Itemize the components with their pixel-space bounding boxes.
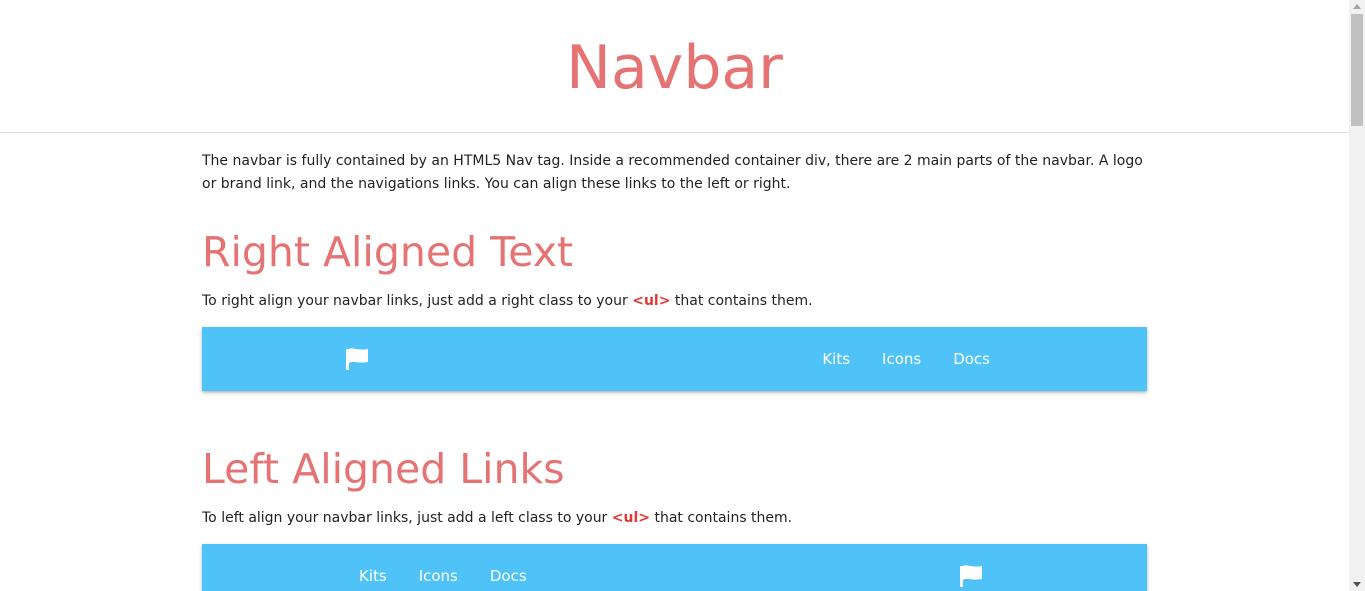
nav-link-kits[interactable]: Kits bbox=[806, 327, 866, 391]
desc-text-after: that contains them. bbox=[650, 510, 793, 526]
nav-link-docs[interactable]: Docs bbox=[937, 327, 1006, 391]
section-left-aligned: Left Aligned Links To left align your na… bbox=[202, 449, 1147, 591]
desc-text-before: To left align your navbar links, just ad… bbox=[202, 510, 612, 526]
page: Navbar The navbar is fully contained by … bbox=[0, 0, 1349, 591]
brand-logo[interactable] bbox=[958, 564, 984, 588]
nav-item: Docs bbox=[937, 327, 1006, 391]
scroll-thumb[interactable] bbox=[1351, 14, 1363, 126]
main-content: The navbar is fully contained by an HTML… bbox=[202, 134, 1147, 591]
scroll-down-icon[interactable] bbox=[1353, 582, 1361, 587]
brand-logo[interactable] bbox=[344, 347, 370, 371]
nav-item: Kits bbox=[806, 327, 866, 391]
nav-item: Icons bbox=[866, 327, 937, 391]
flag-icon bbox=[960, 565, 982, 587]
code-ul: <ul> bbox=[611, 510, 651, 526]
section-title-left-aligned: Left Aligned Links bbox=[202, 445, 565, 493]
nav-links-left: Kits Icons Docs bbox=[343, 544, 543, 591]
desc-text-before: To right align your navbar links, just a… bbox=[202, 293, 633, 309]
section-right-aligned: Right Aligned Text To right align your n… bbox=[202, 232, 1147, 391]
section-desc-left-aligned: To left align your navbar links, just ad… bbox=[202, 508, 1147, 528]
nav-item: Icons bbox=[403, 544, 474, 591]
flag-icon bbox=[346, 348, 368, 370]
nav-links-right: Kits Icons Docs bbox=[806, 327, 1006, 391]
nav-item: Kits bbox=[343, 544, 403, 591]
vertical-scrollbar[interactable] bbox=[1349, 0, 1365, 591]
section-title-right-aligned: Right Aligned Text bbox=[202, 228, 574, 276]
scroll-up-icon[interactable] bbox=[1353, 4, 1361, 9]
nav-link-icons[interactable]: Icons bbox=[866, 327, 937, 391]
demo-navbar-left: Kits Icons Docs bbox=[202, 544, 1147, 591]
section-desc-right-aligned: To right align your navbar links, just a… bbox=[202, 291, 1147, 311]
nav-link-kits[interactable]: Kits bbox=[343, 544, 403, 591]
nav-link-docs[interactable]: Docs bbox=[474, 544, 543, 591]
desc-text-after: that contains them. bbox=[670, 293, 813, 309]
page-title: Navbar bbox=[566, 33, 783, 103]
code-ul: <ul> bbox=[632, 293, 671, 309]
demo-navbar-right: Kits Icons Docs bbox=[202, 327, 1147, 391]
nav-item: Docs bbox=[474, 544, 543, 591]
intro-paragraph: The navbar is fully contained by an HTML… bbox=[202, 153, 1143, 192]
nav-link-icons[interactable]: Icons bbox=[403, 544, 474, 591]
page-header: Navbar bbox=[0, 0, 1349, 133]
